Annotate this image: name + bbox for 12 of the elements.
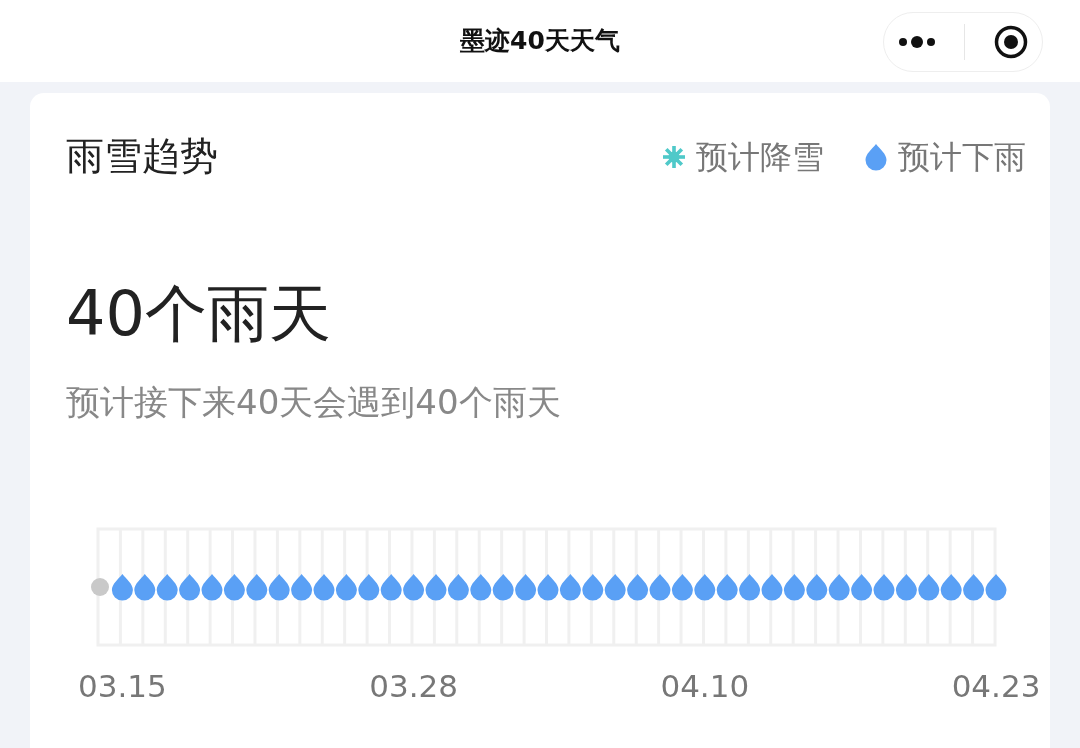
date-label: 04.23 bbox=[951, 668, 1041, 704]
date-label: 03.15 bbox=[78, 668, 167, 704]
legend-label: 预计下雨 bbox=[898, 137, 1026, 178]
card-title: 雨雪趋势 bbox=[66, 134, 218, 180]
headline: 40个雨天 bbox=[66, 283, 332, 345]
summary-text: 预计接下来40天会遇到40个雨天 bbox=[66, 381, 562, 424]
date-label: 03.28 bbox=[369, 668, 458, 704]
legend-label: 预计降雪 bbox=[696, 137, 824, 178]
window-title: 墨迹40天天气 bbox=[460, 25, 620, 58]
close-target-icon[interactable] bbox=[993, 25, 1028, 59]
more-icon[interactable] bbox=[898, 35, 937, 49]
date-label: 04.10 bbox=[660, 668, 750, 704]
